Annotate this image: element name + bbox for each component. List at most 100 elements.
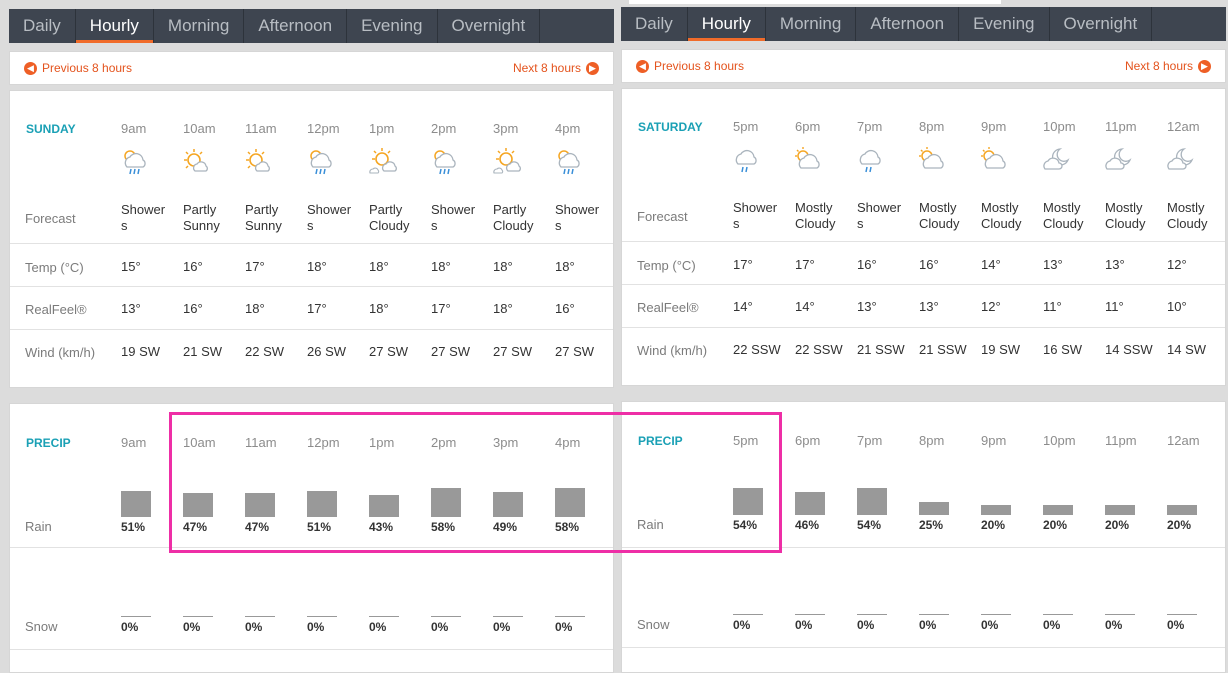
- tab-hourly[interactable]: Hourly: [75, 9, 154, 43]
- rain-percent: 20%: [1167, 518, 1192, 532]
- day-label: SUNDAY: [26, 122, 76, 136]
- forecast-text-line2: Sunny: [183, 218, 220, 233]
- wind-value: 26 SW: [307, 344, 347, 359]
- forecast-text-line2: Cloudy: [919, 216, 960, 231]
- tab-daily[interactable]: Daily: [9, 9, 76, 43]
- forecast-text-line1: Shower: [121, 202, 166, 217]
- forecast-text-line1: Partly: [183, 202, 217, 217]
- snow-percent: 0%: [857, 618, 875, 632]
- rain-bar: [981, 505, 1011, 515]
- rain-bar: [733, 488, 763, 515]
- snow-percent: 0%: [1105, 618, 1123, 632]
- hour-navigation: ◀ Previous 8 hours Next 8 hours ▶: [9, 51, 614, 85]
- rain-percent: 51%: [307, 520, 332, 534]
- tab-bar: Daily Hourly Morning Afternoon Evening O…: [9, 9, 614, 43]
- snow-percent: 0%: [431, 620, 449, 634]
- snow-bar: [857, 614, 887, 615]
- cloudy-moon-icon: [1103, 145, 1135, 175]
- temp-value: 14°: [981, 257, 1001, 272]
- hour-label: 8pm: [919, 119, 945, 134]
- cloud-rain-sun-icon: [553, 147, 585, 177]
- cloud-rain-sun-icon: [119, 147, 151, 177]
- divider: [10, 649, 613, 650]
- snow-bar: [919, 614, 949, 615]
- tab-daily[interactable]: Daily: [621, 7, 688, 41]
- tab-bar: Daily Hourly Morning Afternoon Evening O…: [621, 7, 1226, 41]
- next-8-hours-link[interactable]: Next 8 hours ▶: [1125, 50, 1211, 82]
- forecast-text-line1: Shower: [857, 200, 902, 215]
- tab-afternoon[interactable]: Afternoon: [856, 7, 960, 41]
- wind-value: 22 SSW: [733, 342, 781, 357]
- snow-bar: [493, 616, 523, 617]
- arrow-right-icon: ▶: [1198, 59, 1211, 73]
- partly-cloudy-icon: [491, 147, 523, 177]
- forecast-text-line2: Cloudy: [369, 218, 410, 233]
- hour-label: 11am: [245, 121, 277, 136]
- previous-8-hours-link[interactable]: ◀ Previous 8 hours: [636, 50, 744, 82]
- forecast-text-line1: Mostly: [919, 200, 957, 215]
- hour-label: 9pm: [981, 433, 1007, 448]
- tab-overnight[interactable]: Overnight: [1050, 7, 1153, 41]
- temp-row-label: Temp (°C): [25, 260, 84, 275]
- hour-label: 12am: [1167, 433, 1200, 448]
- hour-label: 10pm: [1043, 119, 1076, 134]
- cloud-rain-sun-icon: [429, 147, 461, 177]
- forecast-text-line1: Partly: [493, 202, 527, 217]
- hour-label: 11pm: [1105, 433, 1137, 448]
- snow-bar: [1105, 614, 1135, 615]
- hour-navigation: ◀ Previous 8 hours Next 8 hours ▶: [621, 49, 1226, 83]
- wind-value: 14 SSW: [1105, 342, 1153, 357]
- temp-value: 17°: [733, 257, 753, 272]
- snow-percent: 0%: [307, 620, 325, 634]
- tab-hourly[interactable]: Hourly: [687, 7, 766, 41]
- snow-bar: [1167, 614, 1197, 615]
- forecast-text-line2: Cloudy: [981, 216, 1022, 231]
- cloud-rain-icon: [855, 145, 887, 175]
- realfeel-value: 11°: [1043, 299, 1062, 314]
- snow-percent: 0%: [1167, 618, 1185, 632]
- hour-label: 9am: [121, 435, 147, 450]
- divider: [10, 329, 613, 330]
- wind-value: 27 SW: [431, 344, 471, 359]
- tab-morning[interactable]: Morning: [766, 7, 857, 41]
- snow-percent: 0%: [493, 620, 511, 634]
- forecast-text-line1: Mostly: [981, 200, 1019, 215]
- temp-value: 17°: [795, 257, 815, 272]
- next-8-hours-link[interactable]: Next 8 hours ▶: [513, 52, 599, 84]
- tab-overnight[interactable]: Overnight: [438, 9, 541, 43]
- snow-bar: [981, 614, 1011, 615]
- hour-label: 6pm: [795, 433, 821, 448]
- realfeel-value: 18°: [369, 301, 389, 316]
- divider: [622, 327, 1225, 328]
- previous-8-hours-link[interactable]: ◀ Previous 8 hours: [24, 52, 132, 84]
- rain-percent: 47%: [183, 520, 208, 534]
- hour-label: 7pm: [857, 119, 883, 134]
- rain-bar: [369, 495, 399, 517]
- tab-morning[interactable]: Morning: [154, 9, 245, 43]
- previous-label: Previous 8 hours: [42, 61, 133, 75]
- hour-label: 2pm: [431, 121, 457, 136]
- temp-value: 13°: [1043, 257, 1063, 272]
- tab-evening[interactable]: Evening: [959, 7, 1050, 41]
- temp-row-label: Temp (°C): [637, 258, 696, 273]
- cloudy-moon-icon: [1165, 145, 1197, 175]
- arrow-right-icon: ▶: [586, 61, 599, 75]
- wind-value: 27 SW: [369, 344, 409, 359]
- hour-label: 10am: [183, 121, 216, 136]
- tab-afternoon[interactable]: Afternoon: [244, 9, 348, 43]
- realfeel-value: 17°: [307, 301, 327, 316]
- forecast-text-line2: s: [431, 218, 438, 233]
- rain-bar: [795, 492, 825, 515]
- snow-row-label: Snow: [637, 617, 670, 632]
- realfeel-row-label: RealFeel®: [25, 302, 87, 317]
- realfeel-value: 13°: [121, 301, 141, 316]
- realfeel-value: 13°: [919, 299, 939, 314]
- rain-bar: [493, 492, 523, 517]
- partly-cloudy-icon: [367, 147, 399, 177]
- rain-bar: [1105, 505, 1135, 515]
- forecast-text-line2: Cloudy: [1043, 216, 1084, 231]
- cloudy-moon-icon: [1041, 145, 1073, 175]
- hour-label: 8pm: [919, 433, 945, 448]
- tab-evening[interactable]: Evening: [347, 9, 438, 43]
- snow-percent: 0%: [121, 620, 139, 634]
